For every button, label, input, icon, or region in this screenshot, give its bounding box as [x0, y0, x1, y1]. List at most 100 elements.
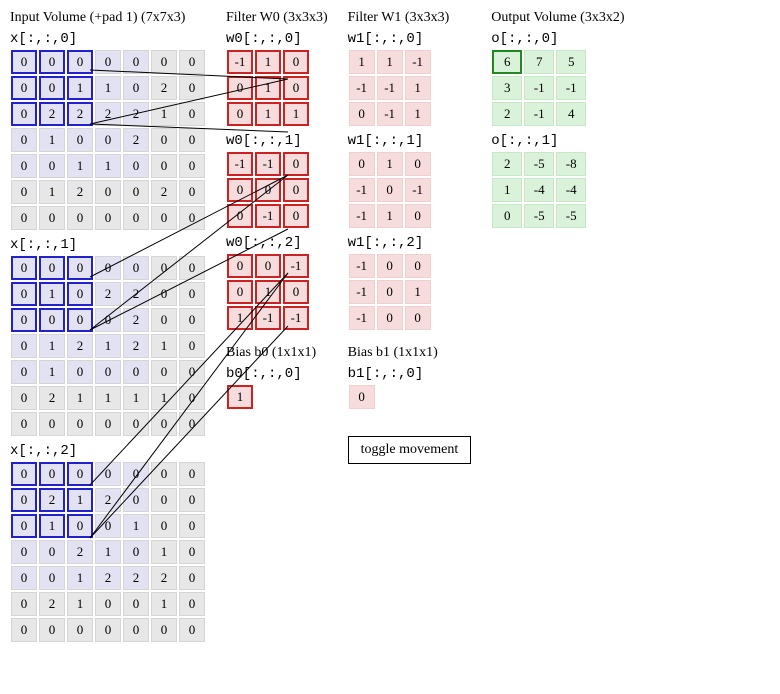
input-slice-label: x[:,:,0] [10, 31, 206, 47]
input-cell: 0 [11, 566, 37, 590]
input-cell: 2 [95, 102, 121, 126]
w1-cell: -1 [377, 76, 403, 100]
input-cell: 1 [67, 488, 93, 512]
w1-cell: 0 [405, 254, 431, 278]
input-cell: 0 [11, 592, 37, 616]
input-cell: 0 [67, 282, 93, 306]
input-cell: 2 [39, 102, 65, 126]
input-cell: 0 [151, 488, 177, 512]
output-cell: 4 [556, 102, 586, 126]
input-column: Input Volume (+pad 1) (7x7x3) x[:,:,0]00… [10, 10, 206, 649]
output-cell: -5 [556, 204, 586, 228]
input-cell: 0 [11, 360, 37, 384]
w0-cell: 0 [283, 152, 309, 176]
b0-title: Bias b0 (1x1x1) [226, 345, 328, 361]
input-cell: 1 [123, 386, 149, 410]
input-cell: 0 [123, 488, 149, 512]
w0-cell: -1 [255, 152, 281, 176]
input-cell: 1 [151, 386, 177, 410]
input-cell: 0 [11, 256, 37, 280]
output-cell: -1 [524, 102, 554, 126]
input-cell: 0 [67, 360, 93, 384]
input-cell: 0 [123, 360, 149, 384]
input-cell: 0 [39, 256, 65, 280]
w0-cell: 1 [255, 76, 281, 100]
input-cell: 0 [11, 386, 37, 410]
input-cell: 1 [95, 386, 121, 410]
output-cell: 3 [492, 76, 522, 100]
input-cell: 0 [123, 76, 149, 100]
input-cell: 0 [123, 462, 149, 486]
input-cell: 0 [179, 256, 205, 280]
w1-cell: 0 [377, 178, 403, 202]
input-cell: 2 [39, 488, 65, 512]
b0-label: b0[:,:,0] [226, 366, 328, 382]
w0-cell: 1 [255, 280, 281, 304]
input-cell: 0 [151, 514, 177, 538]
input-cell: 0 [95, 206, 121, 230]
output-title: Output Volume (3x3x2) [491, 10, 624, 26]
w1-cell: -1 [405, 50, 431, 74]
input-cell: 0 [67, 462, 93, 486]
input-cell: 2 [123, 334, 149, 358]
w1-cell: -1 [405, 178, 431, 202]
input-cell: 2 [123, 282, 149, 306]
input-cell: 0 [123, 592, 149, 616]
input-cell: 0 [11, 412, 37, 436]
w0-cell: -1 [255, 306, 281, 330]
input-cell: 2 [95, 488, 121, 512]
input-cell: 2 [39, 592, 65, 616]
input-cell: 0 [95, 412, 121, 436]
input-cell: 0 [151, 308, 177, 332]
input-cell: 0 [11, 308, 37, 332]
output-cell: 2 [492, 102, 522, 126]
output-column: Output Volume (3x3x2) o[:,:,0]6753-1-12-… [491, 10, 624, 235]
input-cell: 0 [179, 360, 205, 384]
input-cell: 0 [151, 282, 177, 306]
input-cell: 0 [95, 618, 121, 642]
input-cell: 0 [39, 154, 65, 178]
w0-cell: 0 [283, 280, 309, 304]
input-cell: 0 [179, 566, 205, 590]
input-cell: 1 [39, 334, 65, 358]
input-slice-label: x[:,:,2] [10, 443, 206, 459]
input-cell: 2 [39, 386, 65, 410]
w0-cell: -1 [283, 254, 309, 278]
output-cell: 1 [492, 178, 522, 202]
input-cell: 0 [67, 256, 93, 280]
w0-slice-label: w0[:,:,0] [226, 31, 328, 47]
input-cell: 0 [39, 308, 65, 332]
output-cell: 6 [492, 50, 522, 74]
input-cell: 0 [11, 76, 37, 100]
input-title: Input Volume (+pad 1) (7x7x3) [10, 10, 206, 26]
w1-cell: 1 [377, 50, 403, 74]
b0-cell: 1 [227, 385, 253, 409]
w1-cell: -1 [349, 76, 375, 100]
w0-cell: 0 [227, 204, 253, 228]
input-cell: 0 [39, 76, 65, 100]
toggle-movement-button[interactable]: toggle movement [348, 436, 472, 464]
w1-cell: 1 [349, 50, 375, 74]
input-cell: 0 [67, 50, 93, 74]
w0-cell: 1 [227, 306, 253, 330]
input-cell: 0 [151, 462, 177, 486]
input-cell: 1 [95, 540, 121, 564]
input-cell: 2 [67, 102, 93, 126]
output-cell: -4 [524, 178, 554, 202]
input-cell: 0 [151, 128, 177, 152]
w0-cell: 0 [227, 254, 253, 278]
w1-cell: 0 [377, 306, 403, 330]
w1-cell: 1 [405, 280, 431, 304]
output-cell: 5 [556, 50, 586, 74]
input-cell: 0 [179, 592, 205, 616]
w1-cell: 0 [349, 152, 375, 176]
input-cell: 0 [179, 412, 205, 436]
output-cell: -8 [556, 152, 586, 176]
input-cell: 1 [151, 334, 177, 358]
input-cell: 0 [95, 50, 121, 74]
input-cell: 0 [95, 180, 121, 204]
w1-cell: -1 [377, 102, 403, 126]
w1-cell: -1 [349, 204, 375, 228]
w0-cell: 0 [255, 254, 281, 278]
input-cell: 2 [123, 308, 149, 332]
